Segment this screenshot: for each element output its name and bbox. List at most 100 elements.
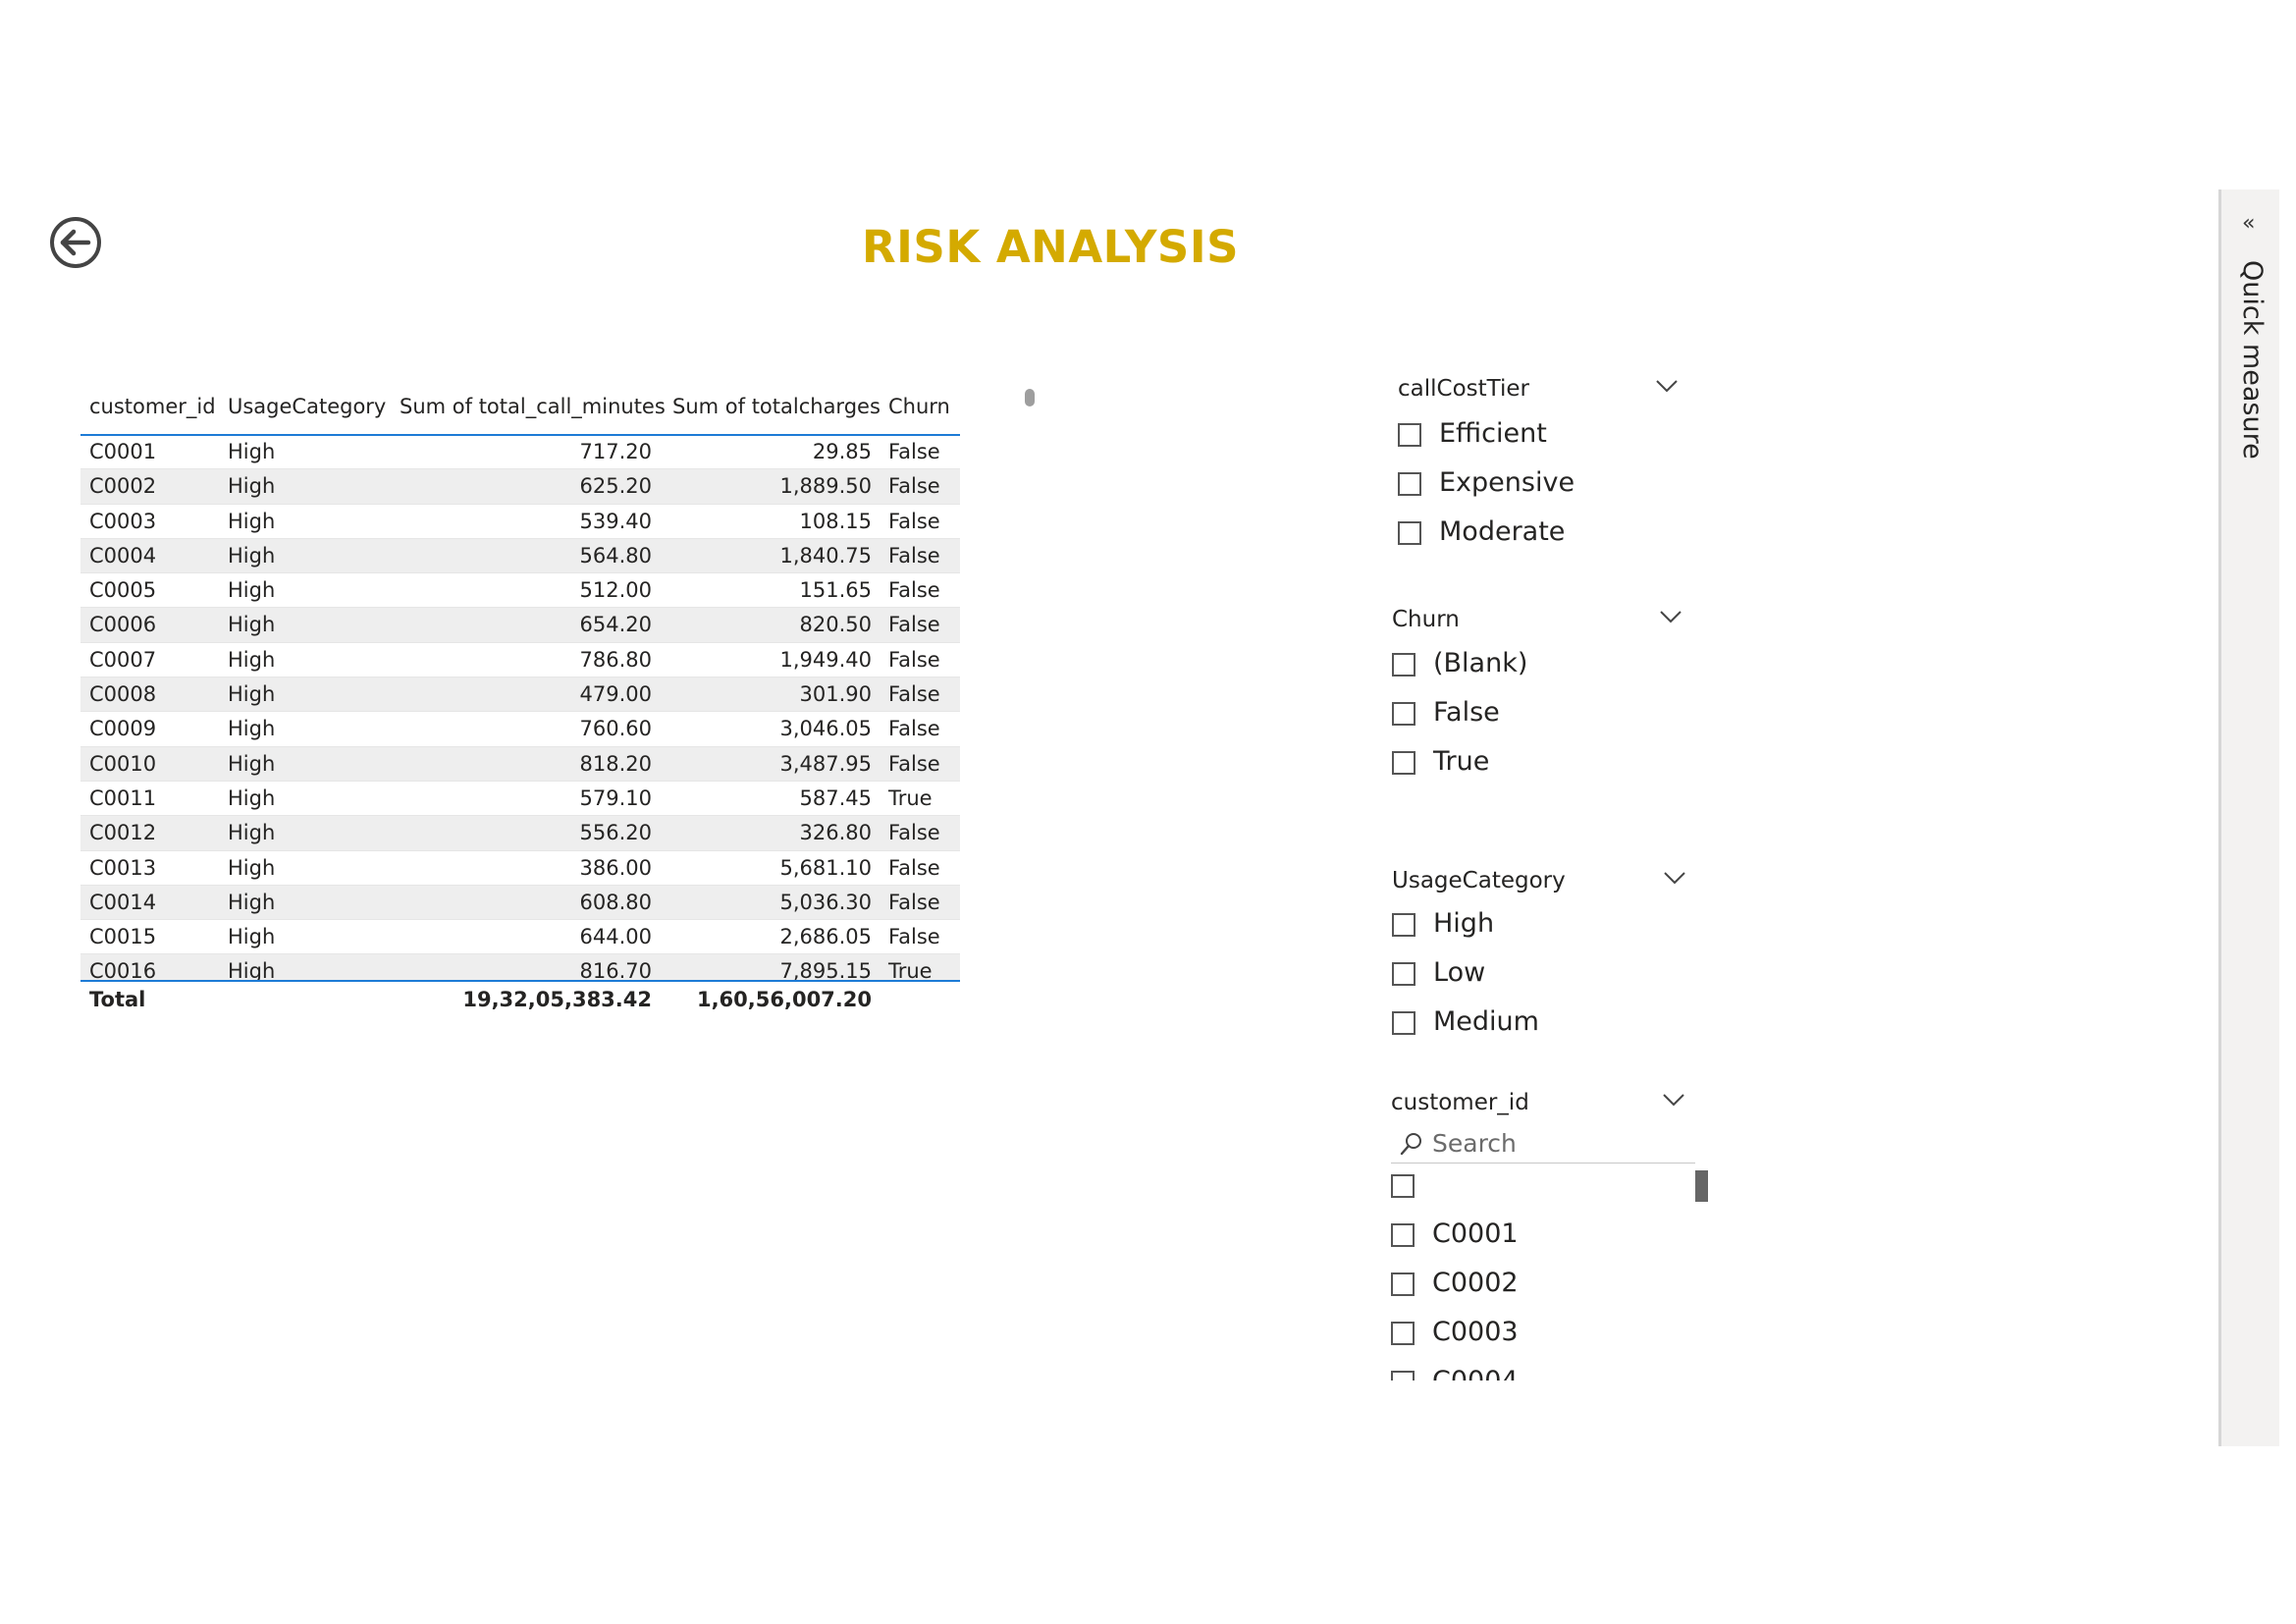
chevron-down-icon[interactable] <box>1662 1092 1685 1108</box>
cell-total-charges: 7,895.15 <box>779 959 872 981</box>
search-input[interactable] <box>1430 1125 1689 1161</box>
search-icon <box>1400 1133 1421 1156</box>
table-row[interactable]: C0009 High 760.60 3,046.05 False <box>80 712 960 747</box>
cell-total-call-minutes: 386.00 <box>579 855 652 880</box>
cell-customer-id: C0005 <box>89 578 157 603</box>
cell-usage-category: High <box>228 682 276 707</box>
cell-customer-id: C0012 <box>89 821 157 845</box>
table-row[interactable]: C0014 High 608.80 5,036.30 False <box>80 885 960 921</box>
table-row[interactable]: C0006 High 654.20 820.50 False <box>80 608 960 643</box>
table-row[interactable]: C0008 High 479.00 301.90 False <box>80 677 960 713</box>
checkbox[interactable] <box>1398 472 1421 496</box>
checkbox[interactable] <box>1391 1223 1415 1247</box>
cell-total-charges: 5,681.10 <box>779 855 872 880</box>
cell-customer-id: C0001 <box>89 440 157 463</box>
table-row[interactable]: C0011 High 579.10 587.45 True <box>80 782 960 817</box>
slicer-title: customer_id <box>1391 1090 1529 1115</box>
column-header-total-call-minutes[interactable]: Sum of total_call_minutes <box>400 395 666 418</box>
table-row[interactable]: C0003 High 539.40 108.15 False <box>80 505 960 539</box>
cell-total-charges: 108.15 <box>799 509 872 533</box>
checkbox[interactable] <box>1398 423 1421 447</box>
search-box[interactable] <box>1391 1125 1695 1164</box>
cell-total-charges: 301.90 <box>799 682 872 707</box>
slicer-title: callCostTier <box>1398 376 1529 402</box>
checkbox[interactable] <box>1392 751 1415 775</box>
cell-usage-category: High <box>228 785 276 810</box>
cell-churn: False <box>888 717 940 741</box>
cell-churn: False <box>888 613 940 637</box>
table-row[interactable]: C0013 High 386.00 5,681.10 False <box>80 851 960 886</box>
cell-total-call-minutes: 786.80 <box>579 647 652 672</box>
quick-measure-label[interactable]: Quick measure <box>2237 260 2268 460</box>
table-row[interactable]: C0001 High 717.20 29.85 False <box>80 435 960 470</box>
cell-churn: False <box>888 855 940 880</box>
cell-churn: False <box>888 578 940 603</box>
slicer-usagecategory[interactable]: UsageCategory High Low Medium <box>1392 868 1706 1045</box>
checkbox[interactable] <box>1391 1272 1415 1296</box>
column-header-churn[interactable]: Churn <box>888 395 950 418</box>
checkbox[interactable] <box>1392 653 1415 677</box>
cell-churn: False <box>888 821 940 845</box>
customer-id-list[interactable]: C0001 C0002 C0003 C0004 <box>1391 1168 1705 1380</box>
column-header-customer-id[interactable]: customer_id <box>89 395 216 418</box>
cell-total-call-minutes: 625.20 <box>579 474 652 499</box>
checkbox[interactable] <box>1392 913 1415 937</box>
slicer-churn[interactable]: Churn (Blank) False True <box>1392 607 1706 784</box>
chevron-down-icon[interactable] <box>1663 870 1686 886</box>
table-scrollbar[interactable] <box>1025 389 1035 1027</box>
table-row[interactable]: C0015 High 644.00 2,686.05 False <box>80 920 960 955</box>
table-row[interactable]: C0004 High 564.80 1,840.75 False <box>80 538 960 574</box>
cell-customer-id: C0002 <box>89 474 157 499</box>
checkbox[interactable] <box>1392 702 1415 726</box>
cell-customer-id: C0016 <box>89 959 157 981</box>
cell-churn: False <box>888 440 940 463</box>
slicer-customer-id[interactable]: customer_id C0001 C0002 C0003 C0004 <box>1391 1090 1708 1384</box>
checkbox[interactable] <box>1391 1174 1415 1198</box>
cell-total-call-minutes: 556.20 <box>579 821 652 845</box>
cell-usage-category: High <box>228 959 276 981</box>
table-row[interactable]: C0007 High 786.80 1,949.40 False <box>80 643 960 678</box>
table-scrollbar-thumb[interactable] <box>1025 389 1035 406</box>
slicer-item-label: C0003 <box>1432 1317 1519 1347</box>
slicer-callcosttier[interactable]: callCostTier Efficient Expensive Moderat… <box>1398 376 1712 553</box>
total-minutes: 19,32,05,383.42 <box>462 988 652 1011</box>
cell-customer-id: C0013 <box>89 855 157 880</box>
cell-customer-id: C0007 <box>89 647 157 672</box>
table-row[interactable]: C0002 High 625.20 1,889.50 False <box>80 469 960 505</box>
cell-usage-category: High <box>228 717 276 741</box>
table-row[interactable]: C0010 High 818.20 3,487.95 False <box>80 746 960 782</box>
table-header: customer_id UsageCategory Sum of total_c… <box>80 383 960 436</box>
cell-total-call-minutes: 717.20 <box>579 440 652 463</box>
cell-total-call-minutes: 564.80 <box>579 543 652 568</box>
column-header-total-charges[interactable]: Sum of totalcharges <box>672 395 881 418</box>
chevron-down-icon[interactable] <box>1659 609 1682 624</box>
checkbox[interactable] <box>1398 521 1421 545</box>
cell-total-call-minutes: 816.70 <box>579 959 652 981</box>
cell-total-charges: 3,487.95 <box>779 751 872 776</box>
cell-usage-category: High <box>228 925 276 949</box>
cell-total-charges: 29.85 <box>812 440 872 463</box>
collapse-chevron-icon[interactable]: « <box>2242 211 2255 236</box>
table-body[interactable]: C0001 High 717.20 29.85 False C0002 High 625.20… <box>80 435 960 981</box>
cell-churn: False <box>888 647 940 672</box>
cell-customer-id: C0003 <box>89 509 157 533</box>
checkbox[interactable] <box>1391 1322 1415 1345</box>
checkbox[interactable] <box>1392 1011 1415 1035</box>
table-row[interactable]: C0012 High 556.20 326.80 False <box>80 816 960 851</box>
quick-measure-pane[interactable]: « Quick measure <box>2218 189 2279 1446</box>
table-visual[interactable]: customer_id UsageCategory Sum of total_c… <box>80 383 969 1031</box>
list-scrollbar-thumb[interactable] <box>1695 1170 1708 1202</box>
slicer-item-label: C0002 <box>1432 1268 1519 1298</box>
checkbox[interactable] <box>1391 1371 1415 1380</box>
table-total-row: Total 19,32,05,383.42 1,60,56,007.20 <box>80 980 960 1017</box>
checkbox[interactable] <box>1392 962 1415 986</box>
page-title: RISK ANALYSIS <box>862 221 1239 273</box>
cell-churn: True <box>888 959 933 981</box>
cell-usage-category: High <box>228 855 276 880</box>
cell-total-charges: 587.45 <box>799 785 872 810</box>
table-row[interactable]: C0016 High 816.70 7,895.15 True <box>80 954 960 981</box>
chevron-down-icon[interactable] <box>1655 378 1679 394</box>
table-row[interactable]: C0005 High 512.00 151.65 False <box>80 573 960 609</box>
column-header-usage-category[interactable]: UsageCategory <box>228 395 386 418</box>
cell-total-call-minutes: 512.00 <box>579 578 652 603</box>
